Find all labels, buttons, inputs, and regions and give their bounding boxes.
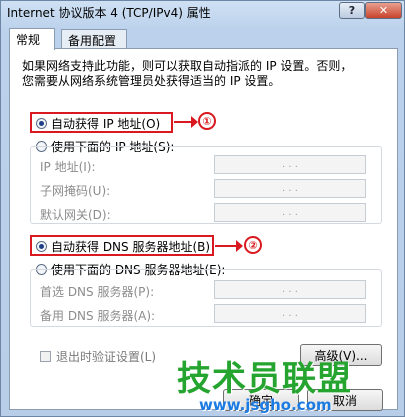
default-gateway-field[interactable]: . . . [214,203,366,222]
subnet-mask-value: . . . [282,183,298,194]
default-gateway-value: . . . [282,207,298,218]
close-button[interactable]: ✕ [365,2,402,19]
tab-alternate-configuration[interactable]: 备用配置 [61,29,127,49]
dns-auto-label: 自动获得 DNS 服务器地址(B) [51,240,211,254]
preferred-dns-label: 首选 DNS 服务器(P): [40,285,155,299]
help-button[interactable]: ? [339,2,365,19]
ip-auto-radio[interactable] [36,118,47,129]
ip-annotation-badge: ① [198,112,216,130]
alternate-dns-field[interactable]: . . . [214,304,366,323]
close-icon: ✕ [378,4,389,17]
preferred-dns-field[interactable]: . . . [214,280,366,299]
ip-annotation-arrow [174,116,198,128]
site-watermark: 技术员联盟 www.jsgho.com [177,351,403,416]
dns-annotation-badge: ② [244,236,262,254]
validate-on-exit-label: 退出时验证设置(L) [56,350,157,364]
preferred-dns-value: . . . [282,284,298,295]
alternate-dns-value: . . . [282,308,298,319]
watermark-logo-text: 技术员联盟 [177,359,352,399]
validate-on-exit-option[interactable]: 退出时验证设置(L) [40,348,156,365]
help-icon: ? [348,4,356,17]
tab-strip: 常规 备用配置 [9,28,398,50]
ip-auto-radio-option[interactable]: 自动获得 IP 地址(O) [36,115,160,132]
dns-annotation-arrow [215,240,243,252]
ip-auto-label: 自动获得 IP 地址(O) [51,117,161,131]
description-line: 您需要从网络系统管理员处获得适当的 IP 设置。 [22,74,281,88]
watermark-url: www.jsgho.com [199,396,332,414]
alternate-dns-label: 备用 DNS 服务器(A): [40,309,156,323]
window-title: Internet 协议版本 4 (TCP/IPv4) 属性 [7,6,211,20]
default-gateway-label: 默认网关(D): [40,208,111,222]
title-bar: Internet 协议版本 4 (TCP/IPv4) 属性 ? ✕ [1,1,404,23]
subnet-mask-field[interactable]: . . . [214,179,366,198]
tcp-ipv4-properties-dialog: Internet 协议版本 4 (TCP/IPv4) 属性 ? ✕ 常规 备用配… [0,0,405,417]
tab-general[interactable]: 常规 [9,28,55,50]
dns-auto-radio-option[interactable]: 自动获得 DNS 服务器地址(B) [36,238,210,255]
ip-address-value: . . . [282,159,298,170]
dns-auto-radio[interactable] [36,241,47,252]
description-text: 如果网络支持此功能，则可以获取自动指派的 IP 设置。否则， 您需要从网络系统管… [22,59,382,89]
ip-address-label: IP 地址(I): [40,160,96,174]
validate-on-exit-checkbox[interactable] [40,351,51,362]
ip-address-field[interactable]: . . . [214,155,366,174]
subnet-mask-label: 子网掩码(U): [40,184,111,198]
description-line: 如果网络支持此功能，则可以获取自动指派的 IP 设置。否则， [22,59,353,73]
